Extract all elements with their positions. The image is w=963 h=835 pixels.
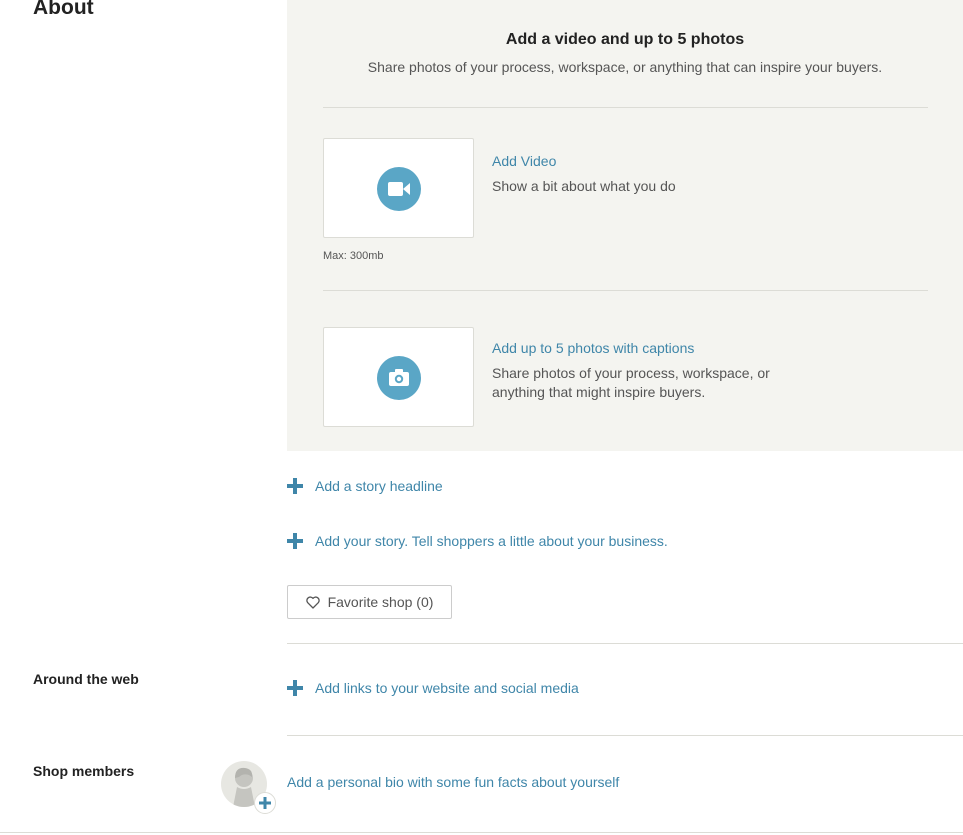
favorite-shop-label: Favorite shop (0) [327, 594, 434, 610]
media-panel: Add a video and up to 5 photos Share pho… [287, 0, 963, 451]
add-video-link[interactable]: Add Video [492, 153, 556, 169]
divider [287, 735, 963, 736]
shop-members-label: Shop members [33, 763, 135, 779]
add-story-label: Add your story. Tell shoppers a little a… [315, 533, 668, 549]
plus-icon [287, 680, 303, 696]
add-story-button[interactable]: Add your story. Tell shoppers a little a… [287, 533, 668, 549]
add-video-description: Show a bit about what you do [492, 178, 676, 194]
media-panel-subtitle: Share photos of your process, workspace,… [367, 59, 883, 75]
add-story-headline-button[interactable]: Add a story headline [287, 478, 443, 494]
add-photos-box[interactable] [323, 327, 474, 427]
add-links-button[interactable]: Add links to your website and social med… [287, 680, 579, 696]
camera-icon [377, 356, 421, 400]
section-title-about: About [33, 0, 94, 19]
add-video-box[interactable] [323, 138, 474, 238]
plus-icon [259, 797, 271, 809]
add-photos-link[interactable]: Add up to 5 photos with captions [492, 340, 694, 356]
video-max-size: Max: 300mb [323, 250, 384, 262]
add-member-button[interactable] [254, 792, 276, 814]
add-story-headline-label: Add a story headline [315, 478, 443, 494]
divider [323, 107, 928, 108]
divider [287, 643, 963, 644]
plus-icon [287, 478, 303, 494]
heart-icon [305, 595, 320, 609]
plus-icon [287, 533, 303, 549]
favorite-shop-button[interactable]: Favorite shop (0) [287, 585, 452, 619]
add-links-label: Add links to your website and social med… [315, 680, 579, 696]
media-panel-title: Add a video and up to 5 photos [505, 31, 745, 48]
divider [323, 290, 928, 291]
add-photos-description: Share photos of your process, workspace,… [492, 365, 770, 400]
add-personal-bio-link[interactable]: Add a personal bio with some fun facts a… [287, 774, 619, 790]
video-camera-icon [377, 167, 421, 211]
around-the-web-label: Around the web [33, 671, 139, 687]
about-page: About Add a video and up to 5 photos Sha… [0, 0, 963, 835]
divider [0, 832, 963, 833]
